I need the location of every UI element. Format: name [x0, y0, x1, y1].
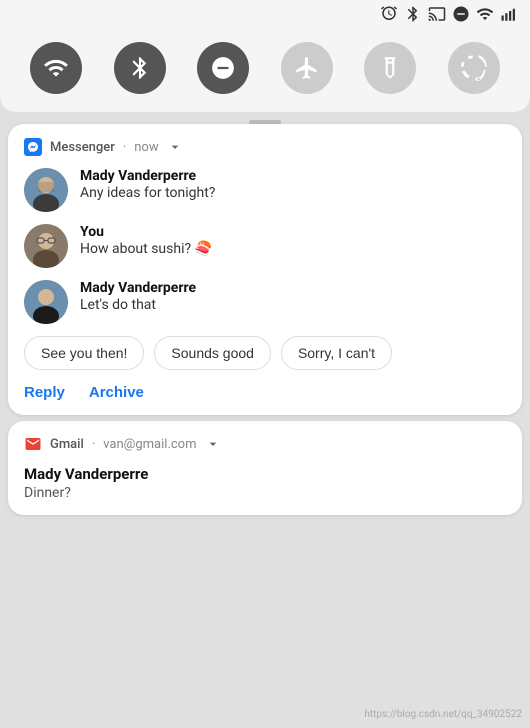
message-row-2: You How about sushi? 🍣 — [24, 224, 506, 268]
archive-button[interactable]: Archive — [89, 384, 144, 401]
gmail-account: van@gmail.com — [103, 437, 196, 452]
chevron-down-icon[interactable] — [167, 139, 183, 155]
gmail-notif-header: Gmail · van@gmail.com — [24, 435, 506, 453]
quick-reply-sounds-good[interactable]: Sounds good — [154, 336, 271, 370]
notifications-container: Messenger · now Mady Vanderperre Any ide… — [0, 124, 530, 515]
wifi-toggle[interactable] — [30, 42, 82, 94]
quick-settings-panel — [0, 28, 530, 112]
quick-replies: See you then! Sounds good Sorry, I can't — [24, 336, 506, 370]
signal-icon — [500, 5, 518, 23]
wifi-icon — [476, 5, 494, 23]
avatar-mady-2 — [24, 280, 68, 324]
quick-reply-sorry[interactable]: Sorry, I can't — [281, 336, 392, 370]
rotate-toggle[interactable] — [448, 42, 500, 94]
msg-sender-3: Mady Vanderperre — [80, 280, 196, 296]
msg-text-1: Any ideas for tonight? — [80, 185, 215, 201]
gmail-app-icon — [24, 435, 42, 453]
watermark: https://blog.csdn.net/qq_34902522 — [364, 709, 522, 720]
msg-text-2: How about sushi? 🍣 — [80, 241, 212, 257]
gmail-notification[interactable]: Gmail · van@gmail.com Mady Vanderperre D… — [8, 421, 522, 515]
message-content-2: You How about sushi? 🍣 — [80, 224, 212, 257]
airplane-toggle[interactable] — [281, 42, 333, 94]
reply-button[interactable]: Reply — [24, 384, 65, 401]
avatar-you — [24, 224, 68, 268]
messenger-notification: Messenger · now Mady Vanderperre Any ide… — [8, 124, 522, 415]
notif-header: Messenger · now — [24, 138, 506, 156]
quick-reply-see-you[interactable]: See you then! — [24, 336, 144, 370]
flashlight-toggle[interactable] — [364, 42, 416, 94]
gmail-sender: Mady Vanderperre — [24, 465, 506, 483]
gmail-subject: Dinner? — [24, 485, 506, 501]
gmail-app-name: Gmail — [50, 437, 84, 452]
message-row-1: Mady Vanderperre Any ideas for tonight? — [24, 168, 506, 212]
avatar-mady-1 — [24, 168, 68, 212]
cast-icon — [428, 5, 446, 23]
notif-time: · — [123, 140, 126, 155]
dnd-icon — [452, 5, 470, 23]
message-row-3: Mady Vanderperre Let's do that — [24, 280, 506, 324]
message-content-1: Mady Vanderperre Any ideas for tonight? — [80, 168, 215, 201]
bluetooth-toggle[interactable] — [114, 42, 166, 94]
messenger-app-icon — [24, 138, 42, 156]
dnd-toggle[interactable] — [197, 42, 249, 94]
msg-sender-2: You — [80, 224, 212, 240]
msg-sender-1: Mady Vanderperre — [80, 168, 215, 184]
bluetooth-icon — [404, 5, 422, 23]
status-bar — [0, 0, 530, 28]
message-content-3: Mady Vanderperre Let's do that — [80, 280, 196, 313]
notif-time-value: now — [134, 140, 158, 155]
messenger-app-name: Messenger — [50, 140, 115, 155]
notif-actions: Reply Archive — [24, 382, 506, 401]
gmail-chevron-icon[interactable] — [205, 436, 221, 452]
alarm-icon — [380, 5, 398, 23]
msg-text-3: Let's do that — [80, 297, 196, 313]
